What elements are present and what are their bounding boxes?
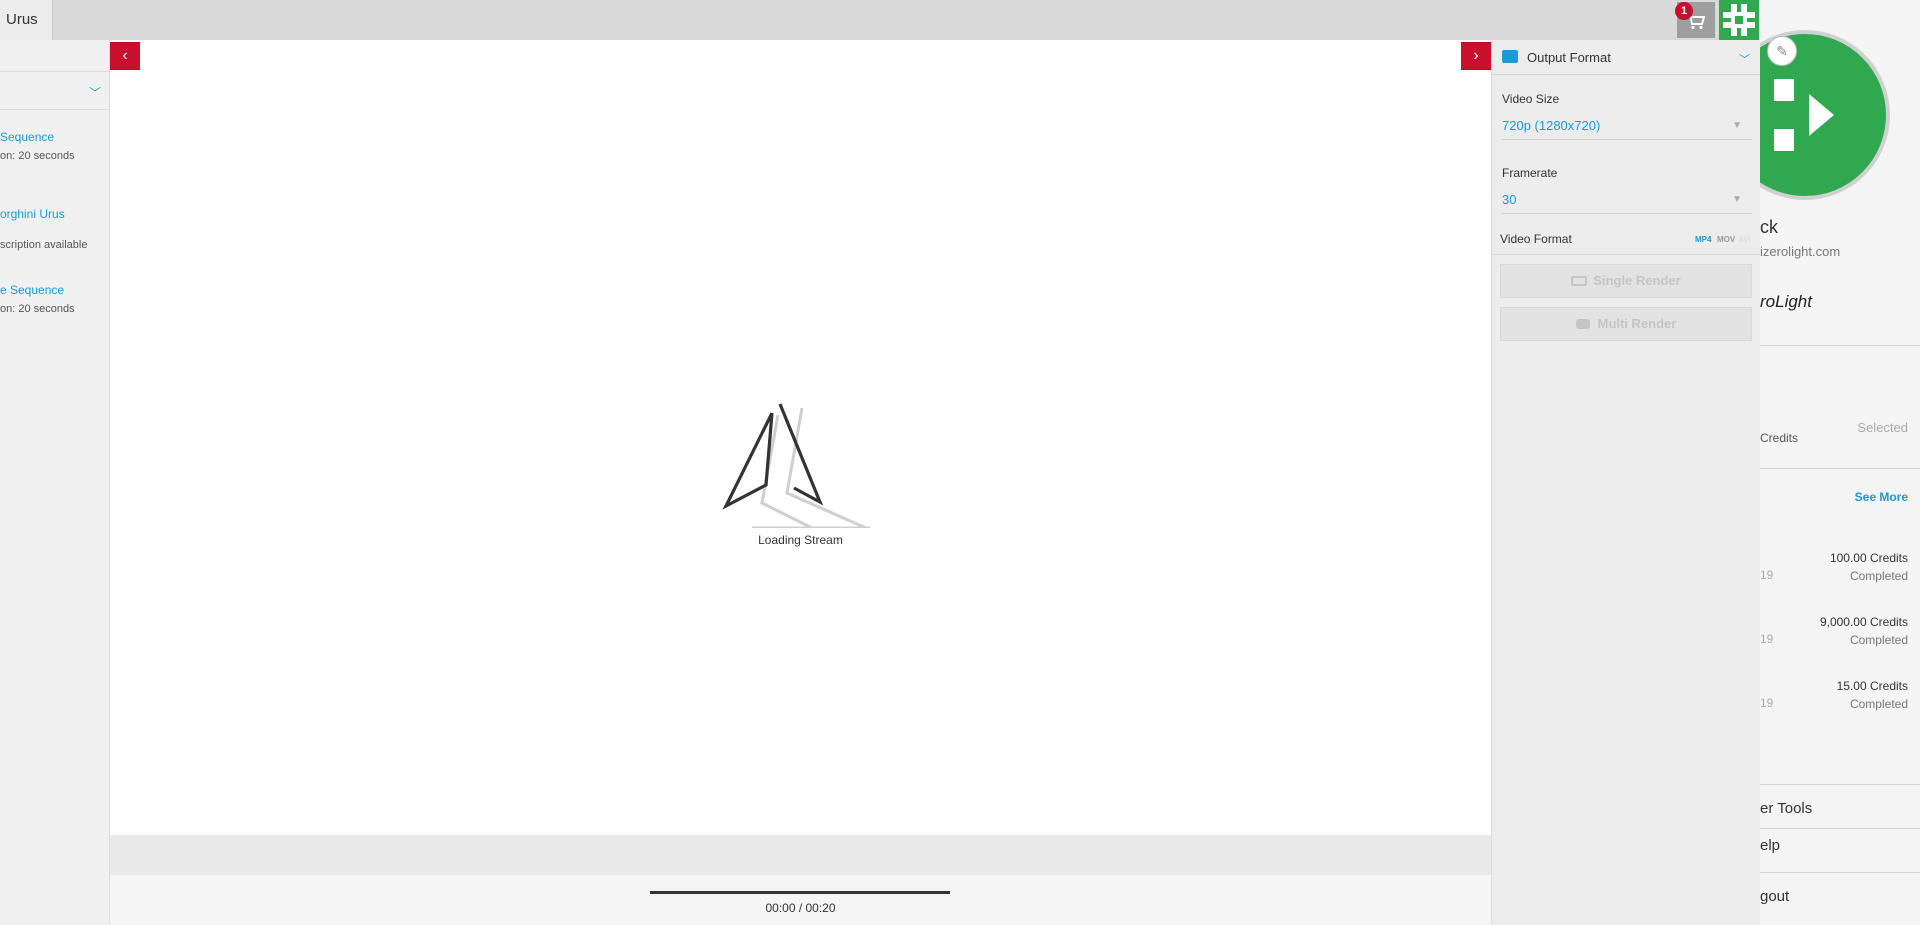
transaction-amount: 100.00 Credits bbox=[1829, 551, 1908, 565]
caret-down-icon: ▼ bbox=[1732, 120, 1742, 131]
transaction-amount: 15.00 Credits bbox=[1836, 679, 1908, 693]
multi-render-label: Multi Render bbox=[1597, 316, 1677, 331]
divider bbox=[1760, 345, 1920, 346]
profile-username: ck bbox=[1760, 217, 1778, 237]
transaction-amount: 9,000.00 Credits bbox=[1819, 615, 1908, 629]
sidebar-filter-dropdown[interactable]: ﹀ bbox=[0, 72, 109, 110]
divider bbox=[1760, 468, 1920, 469]
playback-progress-bar[interactable] bbox=[650, 891, 950, 894]
output-format-title: Output Format bbox=[1527, 50, 1611, 65]
plan-credits: Credits bbox=[1760, 431, 1799, 445]
edit-avatar-button[interactable]: ✎ bbox=[1767, 36, 1797, 66]
menu-item-logout[interactable]: gout bbox=[1760, 888, 1789, 905]
stream-viewport[interactable]: ‹ › Loading Stream bbox=[110, 40, 1491, 835]
format-option-mov[interactable]: MOV bbox=[1717, 235, 1735, 244]
framerate-value: 30 bbox=[1502, 192, 1517, 207]
sequence-list-item[interactable]: Sequence on: 20 seconds bbox=[0, 130, 109, 162]
transaction-date: 19 bbox=[1760, 696, 1774, 710]
video-format-label: Video Format bbox=[1500, 232, 1572, 246]
chevron-left-icon: ‹ bbox=[122, 47, 128, 64]
sequence-duration: on: 20 seconds bbox=[0, 150, 75, 162]
sidebar-header bbox=[0, 40, 109, 72]
multi-render-button[interactable]: Multi Render bbox=[1500, 307, 1752, 341]
divider bbox=[1760, 828, 1920, 829]
divider bbox=[1760, 784, 1920, 785]
project-title-tab[interactable]: Urus bbox=[0, 0, 53, 40]
single-render-label: Single Render bbox=[1593, 273, 1681, 288]
transaction-date: 19 bbox=[1760, 568, 1774, 582]
format-option-avi[interactable]: AVI bbox=[1738, 235, 1751, 244]
render-settings-panel: Output Format ﹀ Video Size 720p (1280x72… bbox=[1491, 40, 1761, 925]
video-size-value: 720p (1280x720) bbox=[1502, 118, 1601, 133]
top-bar: Urus 1 bbox=[0, 0, 1920, 40]
loading-status-text: Loading Stream bbox=[758, 533, 843, 547]
output-format-header[interactable]: Output Format ﹀ bbox=[1492, 40, 1760, 75]
framerate-label: Framerate bbox=[1502, 166, 1558, 180]
left-sidebar: ﹀ Sequence on: 20 seconds orghini Urus s… bbox=[0, 40, 110, 925]
sequence-list-item[interactable]: e Sequence on: 20 seconds bbox=[0, 283, 109, 315]
loading-spinner-icon bbox=[722, 403, 870, 528]
chevron-right-icon: › bbox=[1473, 47, 1479, 64]
sequence-name[interactable]: Sequence bbox=[0, 130, 109, 144]
see-more-link[interactable]: See More bbox=[1855, 490, 1908, 504]
sequence-duration: on: 20 seconds bbox=[0, 303, 75, 315]
menu-item-developer-tools[interactable]: er Tools bbox=[1760, 800, 1812, 817]
chevron-down-icon: ﹀ bbox=[88, 86, 101, 100]
cart-count-badge: 1 bbox=[1675, 2, 1693, 20]
plan-status: Selected bbox=[1857, 420, 1908, 435]
chevron-down-icon: ﹀ bbox=[1739, 54, 1750, 66]
sequence-list-item[interactable]: orghini Urus scription available bbox=[0, 207, 109, 251]
single-render-button[interactable]: Single Render bbox=[1500, 264, 1752, 298]
framerate-select[interactable]: 30 ▼ bbox=[1502, 190, 1752, 214]
transaction-status: Completed bbox=[1849, 633, 1908, 647]
transaction-status: Completed bbox=[1849, 569, 1908, 583]
video-size-select[interactable]: 720p (1280x720) ▼ bbox=[1502, 116, 1752, 140]
collapse-right-panel-button[interactable]: › bbox=[1461, 42, 1491, 70]
sequence-name[interactable]: e Sequence bbox=[0, 283, 109, 297]
profile-panel: ✎ ck izerolight.com roLight Credits Sele… bbox=[1760, 0, 1920, 925]
image-icon bbox=[1502, 50, 1518, 63]
playback-time: 00:00 / 00:20 bbox=[765, 901, 836, 915]
format-option-mp4[interactable]: MP4 bbox=[1695, 235, 1711, 244]
collapse-left-panel-button[interactable]: ‹ bbox=[110, 42, 140, 70]
avatar-pattern-icon bbox=[1723, 4, 1755, 36]
pencil-icon: ✎ bbox=[1776, 43, 1788, 59]
profile-email: izerolight.com bbox=[1760, 244, 1841, 259]
sequence-description: scription available bbox=[0, 239, 88, 251]
divider bbox=[1760, 872, 1920, 873]
sequence-name[interactable]: orghini Urus bbox=[0, 207, 109, 221]
caret-down-icon: ▼ bbox=[1732, 194, 1742, 205]
menu-item-help[interactable]: elp bbox=[1760, 837, 1780, 854]
camera-icon bbox=[1571, 276, 1588, 286]
user-avatar[interactable] bbox=[1719, 0, 1759, 40]
transaction-status: Completed bbox=[1849, 697, 1908, 711]
transaction-date: 19 bbox=[1760, 632, 1774, 646]
brand-logo: roLight bbox=[1760, 292, 1812, 311]
timeline-strip bbox=[110, 835, 1491, 875]
video-format-row: Video Format MP4 MOV AVI bbox=[1492, 225, 1761, 255]
video-size-label: Video Size bbox=[1502, 92, 1560, 106]
layers-icon bbox=[1575, 319, 1590, 329]
player-controls: 00:00 / 00:20 bbox=[110, 875, 1491, 925]
